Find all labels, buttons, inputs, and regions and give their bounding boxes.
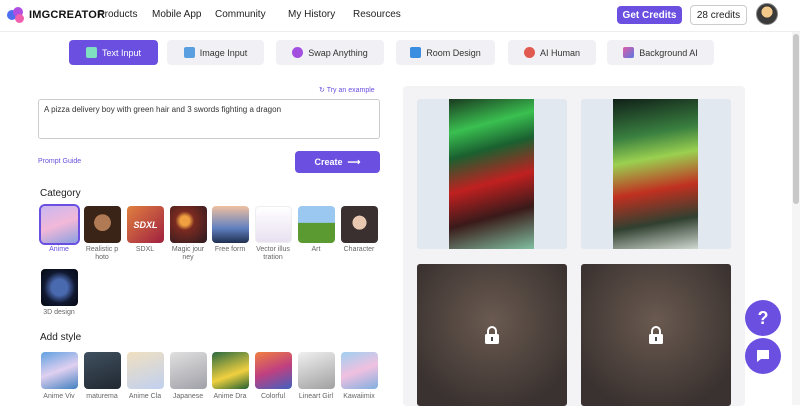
nav-my-history[interactable]: My History — [288, 9, 335, 20]
tab-label: Swap Anything — [308, 47, 368, 58]
create-button[interactable]: Create ⟶ — [295, 151, 380, 173]
create-label: Create — [314, 157, 343, 167]
logo[interactable]: IMGCREATOR — [7, 6, 105, 24]
category-title: Category — [40, 188, 81, 199]
lock-icon — [649, 326, 663, 344]
tab-background-ai[interactable]: Background AI — [607, 40, 714, 65]
mode-tabs: Text Input Image Input Swap Anything Roo… — [0, 40, 800, 66]
tab-label: Room Design — [426, 47, 481, 58]
nav-resources[interactable]: Resources — [353, 9, 401, 20]
tab-swap-anything[interactable]: Swap Anything — [276, 40, 384, 65]
tab-label: Text Input — [101, 47, 142, 58]
anime-artwork — [449, 99, 534, 249]
ai-human-icon — [523, 47, 535, 58]
result-image-4-locked[interactable] — [581, 264, 731, 406]
text-input-icon — [85, 47, 97, 58]
style-label: Colorful — [260, 393, 286, 400]
style-label: Anime Viv — [43, 393, 75, 400]
room-design-icon — [410, 47, 422, 58]
help-icon: ? — [757, 307, 769, 328]
category-label: Anime — [49, 246, 69, 253]
get-credits-button[interactable]: Get Credits — [617, 6, 682, 24]
tab-label: Background AI — [639, 47, 698, 58]
category-magic-journey[interactable] — [170, 206, 207, 243]
avatar[interactable] — [756, 3, 778, 25]
category-sdxl[interactable]: SDXL — [127, 206, 164, 243]
style-maturemale[interactable] — [84, 352, 121, 389]
style-colorful[interactable] — [255, 352, 292, 389]
credits-count[interactable]: 28 credits — [690, 5, 747, 25]
image-input-icon — [183, 47, 195, 58]
category-label: Magic jour ney — [171, 246, 205, 261]
tab-label: AI Human — [539, 47, 581, 58]
style-label: Japanese — [172, 393, 204, 400]
style-japanese[interactable] — [170, 352, 207, 389]
chat-button[interactable] — [745, 338, 781, 374]
tab-text-input[interactable]: Text Input — [69, 40, 158, 65]
add-style-title: Add style — [40, 332, 82, 343]
results-panel — [403, 86, 745, 406]
category-label: SDXL — [135, 246, 155, 253]
lock-icon — [485, 326, 499, 344]
style-anime-dream[interactable] — [212, 352, 249, 389]
scrollbar-thumb[interactable] — [793, 34, 799, 204]
style-kawaiimix[interactable] — [341, 352, 378, 389]
style-label: maturema — [86, 393, 118, 400]
style-label: Kawaiimix — [343, 393, 375, 400]
tab-label: Image Input — [199, 47, 248, 58]
style-anime-vivid[interactable] — [41, 352, 78, 389]
try-example-link[interactable]: ↻ Try an example — [319, 86, 375, 94]
nav-products[interactable]: Products — [98, 9, 137, 20]
category-free-form[interactable] — [212, 206, 249, 243]
result-image-1[interactable] — [417, 99, 567, 249]
chat-icon — [757, 350, 769, 362]
category-label: Character — [343, 246, 375, 253]
background-ai-icon — [623, 47, 635, 58]
arrow-right-icon: ⟶ — [347, 156, 361, 167]
category-label: Art — [311, 246, 321, 253]
category-art[interactable] — [298, 206, 335, 243]
style-anime-classic[interactable] — [127, 352, 164, 389]
category-label: Vector illus tration — [256, 246, 290, 261]
tab-image-input[interactable]: Image Input — [167, 40, 264, 65]
prompt-input[interactable]: A pizza delivery boy with green hair and… — [38, 99, 380, 139]
category-character[interactable] — [341, 206, 378, 243]
nav-community[interactable]: Community — [215, 9, 266, 20]
result-image-2[interactable] — [581, 99, 731, 249]
prompt-guide-link[interactable]: Prompt Guide — [38, 158, 81, 165]
logo-text: IMGCREATOR — [29, 9, 106, 21]
category-label: Realistic p hoto — [85, 246, 119, 261]
nav-mobile-app[interactable]: Mobile App — [152, 9, 201, 20]
style-lineart-girl[interactable] — [298, 352, 335, 389]
category-vector-illustration[interactable] — [255, 206, 292, 243]
tab-room-design[interactable]: Room Design — [396, 40, 495, 65]
style-label: Anime Cla — [128, 393, 162, 400]
try-example-label: Try an example — [326, 87, 375, 94]
tab-ai-human[interactable]: AI Human — [508, 40, 596, 65]
category-realistic-photo[interactable] — [84, 206, 121, 243]
category-label: 3D design — [43, 309, 75, 316]
category-3d-design[interactable] — [41, 269, 78, 306]
style-label: Lineart Girl — [298, 393, 334, 400]
style-label: Anime Dra — [213, 393, 247, 400]
category-label: Free form — [214, 246, 246, 253]
top-navigation-bar: IMGCREATOR Products Mobile App Community… — [0, 0, 800, 32]
logo-icon — [7, 6, 25, 24]
anime-artwork — [613, 99, 698, 249]
help-button[interactable]: ? — [745, 300, 781, 336]
category-anime[interactable] — [39, 204, 80, 245]
swap-icon — [292, 47, 304, 58]
scrollbar[interactable] — [792, 32, 800, 405]
result-image-3-locked[interactable] — [417, 264, 567, 406]
